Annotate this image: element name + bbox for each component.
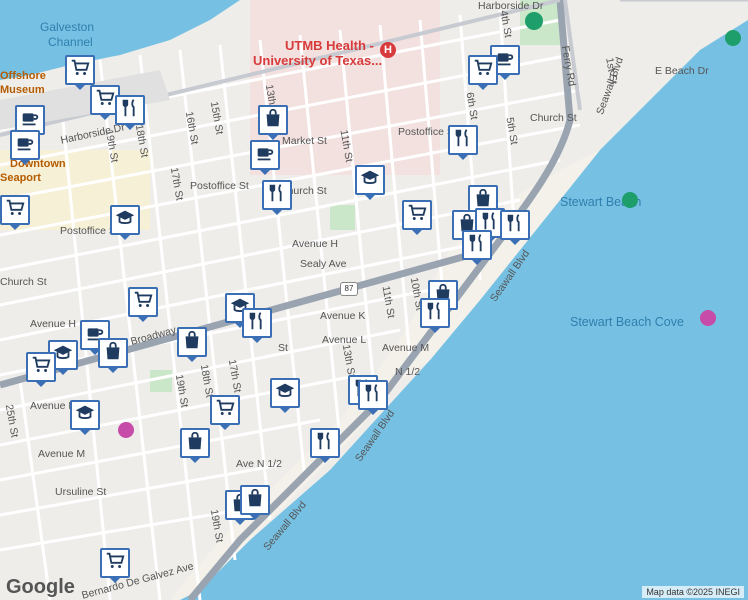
cart-icon <box>406 202 428 229</box>
restaurant-icon <box>466 232 488 259</box>
restaurant-marker[interactable] <box>358 380 388 415</box>
restaurant-icon <box>424 300 446 327</box>
restaurant-marker[interactable] <box>462 230 492 265</box>
coffee-icon <box>254 142 276 169</box>
bag-icon <box>262 107 284 134</box>
cart-icon <box>30 354 52 381</box>
street-label: Sealy Ave <box>300 258 347 270</box>
bag-marker[interactable] <box>98 338 128 373</box>
hospital-label-2: University of Texas... <box>253 53 383 68</box>
street-label: Church St <box>530 112 577 124</box>
channel-label-2: Channel <box>48 35 93 49</box>
restaurant-marker[interactable] <box>115 95 145 130</box>
street-label: Ave N 1/2 <box>236 458 282 470</box>
bag-icon <box>181 329 203 356</box>
cart-icon <box>472 57 494 84</box>
cart-marker[interactable] <box>100 548 130 583</box>
bag-marker[interactable] <box>240 485 270 520</box>
restaurant-icon <box>504 212 526 239</box>
street-label: Avenue M <box>38 448 86 460</box>
hospital-icon: H <box>380 42 396 58</box>
street-label: St <box>278 342 288 354</box>
coffee-marker[interactable] <box>250 140 280 175</box>
bag-icon <box>244 487 266 514</box>
school-marker[interactable] <box>70 400 100 435</box>
street-label: Avenue H <box>292 238 338 250</box>
school-marker[interactable] <box>355 165 385 200</box>
street-label: Ursuline St <box>55 486 107 498</box>
street-label: N 1/2 <box>395 366 421 378</box>
cart-icon <box>94 87 116 114</box>
school-marker[interactable] <box>270 378 300 413</box>
park-icon <box>525 12 543 30</box>
bag-marker[interactable] <box>258 105 288 140</box>
cart-marker[interactable] <box>0 195 30 230</box>
bag-icon <box>184 430 206 457</box>
attraction-icon <box>118 422 134 438</box>
restaurant-icon <box>246 310 268 337</box>
restaurant-marker[interactable] <box>448 125 478 160</box>
street-label: Avenue K <box>320 310 366 322</box>
cart-marker[interactable] <box>210 395 240 430</box>
stewart-cove-label: Stewart Beach Cove <box>570 315 684 329</box>
park-2 <box>330 205 355 230</box>
restaurant-marker[interactable] <box>420 298 450 333</box>
park-icon <box>622 192 638 208</box>
cart-icon <box>132 289 154 316</box>
coffee-marker[interactable] <box>10 130 40 165</box>
cart-marker[interactable] <box>468 55 498 90</box>
school-icon <box>274 380 296 407</box>
restaurant-icon <box>119 97 141 124</box>
cart-marker[interactable] <box>26 352 56 387</box>
restaurant-marker[interactable] <box>310 428 340 463</box>
cart-marker[interactable] <box>65 55 95 90</box>
map-attribution[interactable]: Map data ©2025 INEGI <box>642 586 744 598</box>
street-label: Avenue M <box>382 342 430 354</box>
restaurant-icon <box>266 182 288 209</box>
attraction-icon <box>700 310 716 326</box>
coffee-icon <box>14 132 36 159</box>
cart-icon <box>4 197 26 224</box>
map-canvas[interactable]: Galveston Channel UTMB Health - Universi… <box>0 0 748 600</box>
cart-icon <box>69 57 91 84</box>
bag-icon <box>102 340 124 367</box>
downtown-label-2: Seaport <box>0 172 41 184</box>
street-label: Avenue L <box>322 334 367 346</box>
museum-label-2: Museum <box>0 84 45 96</box>
google-logo: Google <box>6 576 75 598</box>
cart-marker[interactable] <box>128 287 158 322</box>
street-label: Avenue K <box>30 400 76 412</box>
street-label: Market St <box>282 135 327 147</box>
street-label: Avenue H <box>30 318 76 330</box>
street-label: E Beach Dr <box>655 65 709 77</box>
school-icon <box>114 207 136 234</box>
restaurant-marker[interactable] <box>262 180 292 215</box>
cart-icon <box>214 397 236 424</box>
highway-87-shield: 87 <box>340 282 358 296</box>
restaurant-icon <box>362 382 384 409</box>
channel-label-1: Galveston <box>40 20 95 34</box>
street-label: Church St <box>0 276 47 288</box>
restaurant-marker[interactable] <box>500 210 530 245</box>
restaurant-marker[interactable] <box>242 308 272 343</box>
bag-marker[interactable] <box>180 428 210 463</box>
park-icon <box>725 30 741 46</box>
school-icon <box>74 402 96 429</box>
park-3 <box>150 370 172 392</box>
bag-marker[interactable] <box>177 327 207 362</box>
street-label: Postoffice St <box>190 180 249 192</box>
school-icon <box>359 167 381 194</box>
street-label: Harborside Dr <box>478 0 544 12</box>
cart-icon <box>104 550 126 577</box>
museum-label-1: Offshore <box>0 70 46 82</box>
hospital-label-1: UTMB Health - <box>285 38 374 53</box>
restaurant-icon <box>314 430 336 457</box>
restaurant-icon <box>452 127 474 154</box>
school-marker[interactable] <box>110 205 140 240</box>
cart-marker[interactable] <box>402 200 432 235</box>
